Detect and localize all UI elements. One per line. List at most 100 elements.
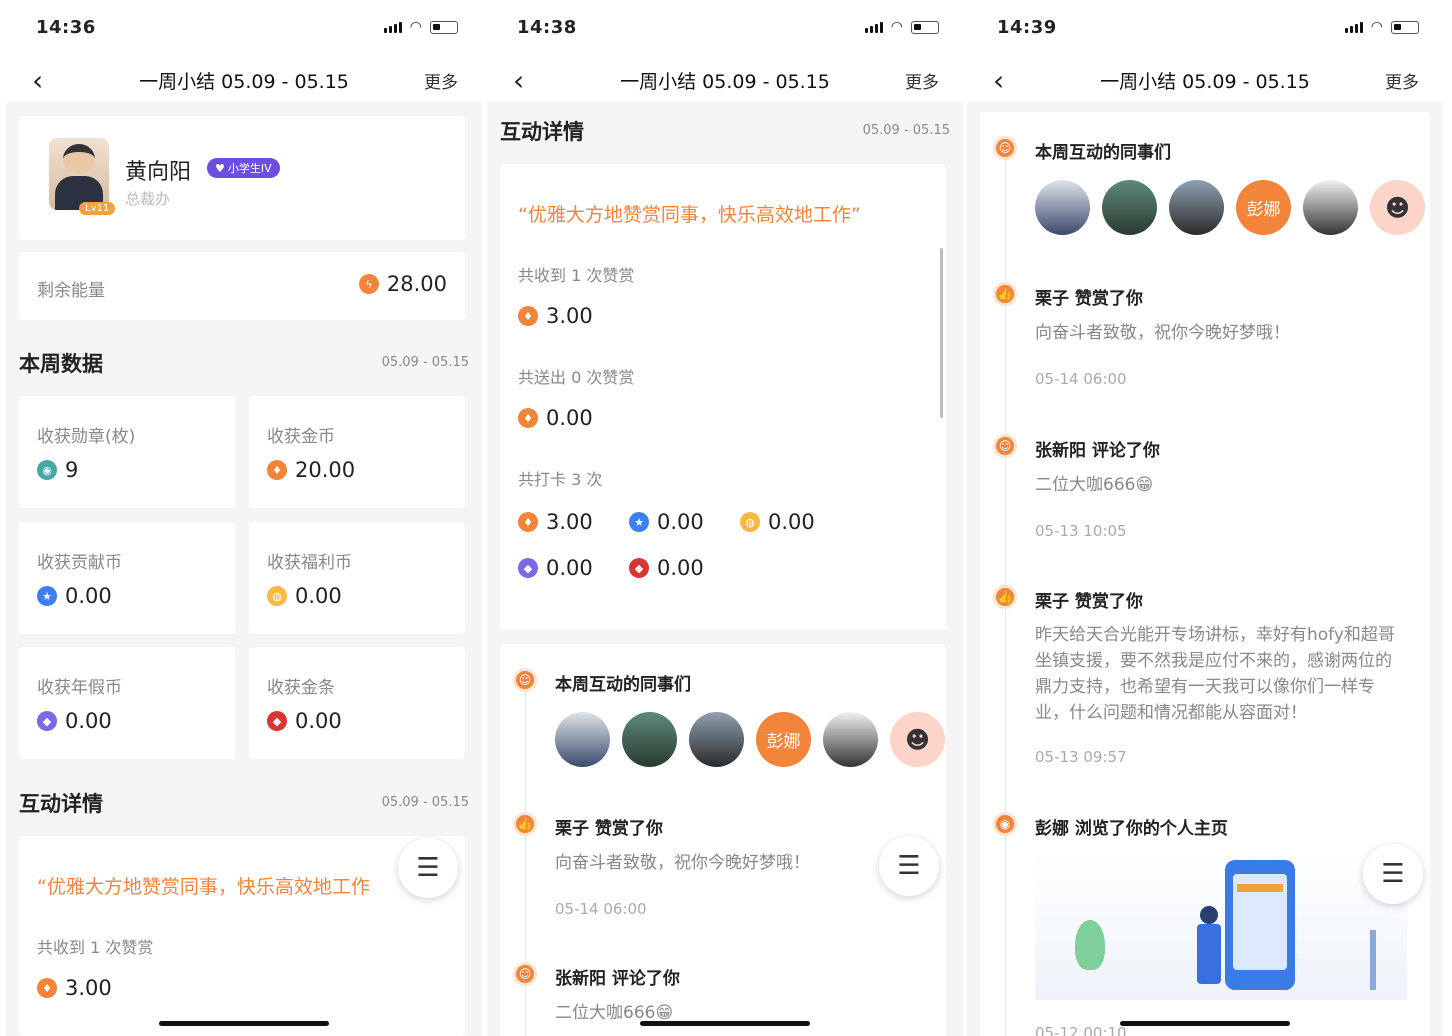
energy-value: 28.00 <box>386 272 447 296</box>
battery-icon <box>911 20 939 34</box>
interaction-card: “优雅大方地赞赏同事，快乐高效地工作” 共收到 1 次赞赏 ♦ 3.00 共送出 … <box>500 164 946 630</box>
avatar[interactable] <box>622 712 677 767</box>
stat-card-contribution[interactable]: 收获贡献币 ★ 0.00 <box>19 522 235 634</box>
timeline-item-time: 05-13 09:57 <box>1035 748 1127 766</box>
avatar[interactable] <box>555 712 610 767</box>
checkin-value: 3.00 <box>546 510 593 534</box>
stat-label: 收获金条 <box>267 678 335 698</box>
stat-value: 0.00 <box>65 709 112 733</box>
level-badge: Lv11 <box>79 202 116 215</box>
more-button[interactable]: 更多 <box>1385 68 1419 93</box>
colleague-icon: ☺ <box>993 136 1017 160</box>
status-icons: ◠ <box>864 19 939 35</box>
menu-fab-button[interactable]: ☰ <box>1363 844 1423 904</box>
gold-coin-icon: ♦ <box>518 408 538 428</box>
colleague-avatars: 彭娜 ☻ <box>555 712 945 767</box>
avatar[interactable]: 彭娜 <box>1236 180 1291 235</box>
page-content: Lv11 黄向阳 ♥ 小学生IV 总裁办 剩余能量 ϟ 28.00 本周数据 05… <box>6 102 482 1036</box>
signal-icon <box>383 21 402 33</box>
profile-name: 黄向阳 <box>125 160 192 185</box>
gold-bar-icon: ◆ <box>267 711 287 731</box>
star-coin-icon: ★ <box>37 586 57 606</box>
profile-department: 总裁办 <box>125 190 171 208</box>
gold-bar-icon: ◆ <box>629 558 649 578</box>
stat-label: 收获年假币 <box>37 678 122 698</box>
timeline-item-title: 栗子 赞赏了你 <box>555 819 663 839</box>
more-button[interactable]: 更多 <box>424 68 458 93</box>
menu-fab-button[interactable]: ☰ <box>879 836 939 896</box>
sent-value: 0.00 <box>546 406 593 430</box>
home-indicator <box>640 1021 810 1026</box>
battery-icon <box>1391 20 1419 34</box>
interaction-section-title: 互动详情 <box>500 120 584 144</box>
profile-view-illustration <box>1035 850 1407 1000</box>
slogan-text: “优雅大方地赞赏同事，快乐高效地工作 <box>37 876 370 898</box>
received-label: 共收到 1 次赞赏 <box>518 266 635 285</box>
page-title: 一周小结 05.09 - 05.15 <box>139 71 349 93</box>
timeline-item-text: 向奋斗者致敬，祝你今晚好梦哦！ <box>555 853 810 873</box>
avatar[interactable]: ☻ <box>1370 180 1425 235</box>
timeline-card: ☺ 本周互动的同事们 彭娜 ☻ 👍 栗子 赞赏了你 向奋斗者致敬，祝你今晚好梦哦… <box>980 112 1430 1036</box>
signal-icon <box>1344 21 1363 33</box>
avatar[interactable] <box>1169 180 1224 235</box>
timeline-item-text: 昨天给天合光能开专场讲标，幸好有hofy和超哥坐镇支援，要不然我是应付不来的，感… <box>1035 625 1395 723</box>
menu-icon: ☰ <box>1381 859 1405 889</box>
avatar[interactable] <box>1035 180 1090 235</box>
page-content: 互动详情 05.09 - 05.15 “优雅大方地赞赏同事，快乐高效地工作” 共… <box>487 102 963 1036</box>
sent-value-row: ♦ 0.00 <box>518 406 593 430</box>
profile-card[interactable]: Lv11 黄向阳 ♥ 小学生IV 总裁办 <box>19 116 465 240</box>
star-coin-icon: ★ <box>629 512 649 532</box>
stat-value-row: ♦ 20.00 <box>267 458 355 482</box>
weekly-section-title: 本周数据 <box>19 352 103 376</box>
energy-card: 剩余能量 ϟ 28.00 <box>19 252 465 320</box>
thumbs-up-icon: 👍 <box>513 812 537 836</box>
avatar[interactable] <box>1303 180 1358 235</box>
stat-card-welfare[interactable]: 收获福利币 ◍ 0.00 <box>249 522 465 634</box>
interaction-section-date: 05.09 - 05.15 <box>862 123 950 138</box>
avatar[interactable]: ☻ <box>890 712 945 767</box>
status-time: 14:39 <box>997 17 1057 38</box>
thumbs-up-icon: 👍 <box>993 282 1017 306</box>
avatar[interactable]: 彭娜 <box>756 712 811 767</box>
menu-icon: ☰ <box>416 853 440 883</box>
status-time: 14:36 <box>36 17 96 38</box>
avatar[interactable] <box>49 138 109 210</box>
avatar[interactable] <box>1102 180 1157 235</box>
avatar[interactable] <box>823 712 878 767</box>
colleagues-title: 本周互动的同事们 <box>1035 143 1171 163</box>
rank-badge: ♥ 小学生IV <box>207 158 280 178</box>
stat-card-vacation[interactable]: 收获年假币 ◆ 0.00 <box>19 647 235 759</box>
received-label: 共收到 1 次赞赏 <box>37 938 154 957</box>
gold-coin-icon: ♦ <box>518 512 538 532</box>
page-title: 一周小结 05.09 - 05.15 <box>1100 71 1310 93</box>
stat-value-row: ◆ 0.00 <box>267 709 342 733</box>
stat-card-gold-coins[interactable]: 收获金币 ♦ 20.00 <box>249 396 465 508</box>
gold-coin-icon: ♦ <box>267 460 287 480</box>
stat-label: 收获贡献币 <box>37 553 122 573</box>
status-bar: 14:39 ◠ <box>967 0 1443 56</box>
more-button[interactable]: 更多 <box>905 68 939 93</box>
stat-value: 0.00 <box>65 584 112 608</box>
checkin-value-row: ◆ 0.00 <box>629 556 704 580</box>
wifi-icon: ◠ <box>409 19 422 35</box>
stat-card-gold-bars[interactable]: 收获金条 ◆ 0.00 <box>249 647 465 759</box>
avatar[interactable] <box>689 712 744 767</box>
timeline-item-title: 张新阳 评论了你 <box>1035 441 1160 461</box>
timeline-item-title: 彭娜 浏览了你的个人主页 <box>1035 819 1228 839</box>
colleague-avatars: 彭娜 ☻ <box>1035 180 1425 235</box>
colleagues-title: 本周互动的同事们 <box>555 675 691 695</box>
scrollbar[interactable] <box>940 248 943 418</box>
stat-value: 0.00 <box>295 709 342 733</box>
stat-value: 9 <box>65 458 79 482</box>
gold-coin-icon: ♦ <box>518 306 538 326</box>
timeline-item-text: 二位大咖666😁 <box>1035 475 1154 495</box>
wifi-icon: ◠ <box>890 19 903 35</box>
medal-icon: ◉ <box>37 460 57 480</box>
stat-value: 0.00 <box>295 584 342 608</box>
status-icons: ◠ <box>383 19 458 35</box>
weekly-section-date: 05.09 - 05.15 <box>381 355 469 370</box>
stat-card-medals[interactable]: 收获勋章(枚) ◉ 9 <box>19 396 235 508</box>
checkin-value-row: ♦ 3.00 <box>518 510 593 534</box>
menu-fab-button[interactable]: ☰ <box>398 838 458 898</box>
diamond-icon: ◆ <box>37 711 57 731</box>
